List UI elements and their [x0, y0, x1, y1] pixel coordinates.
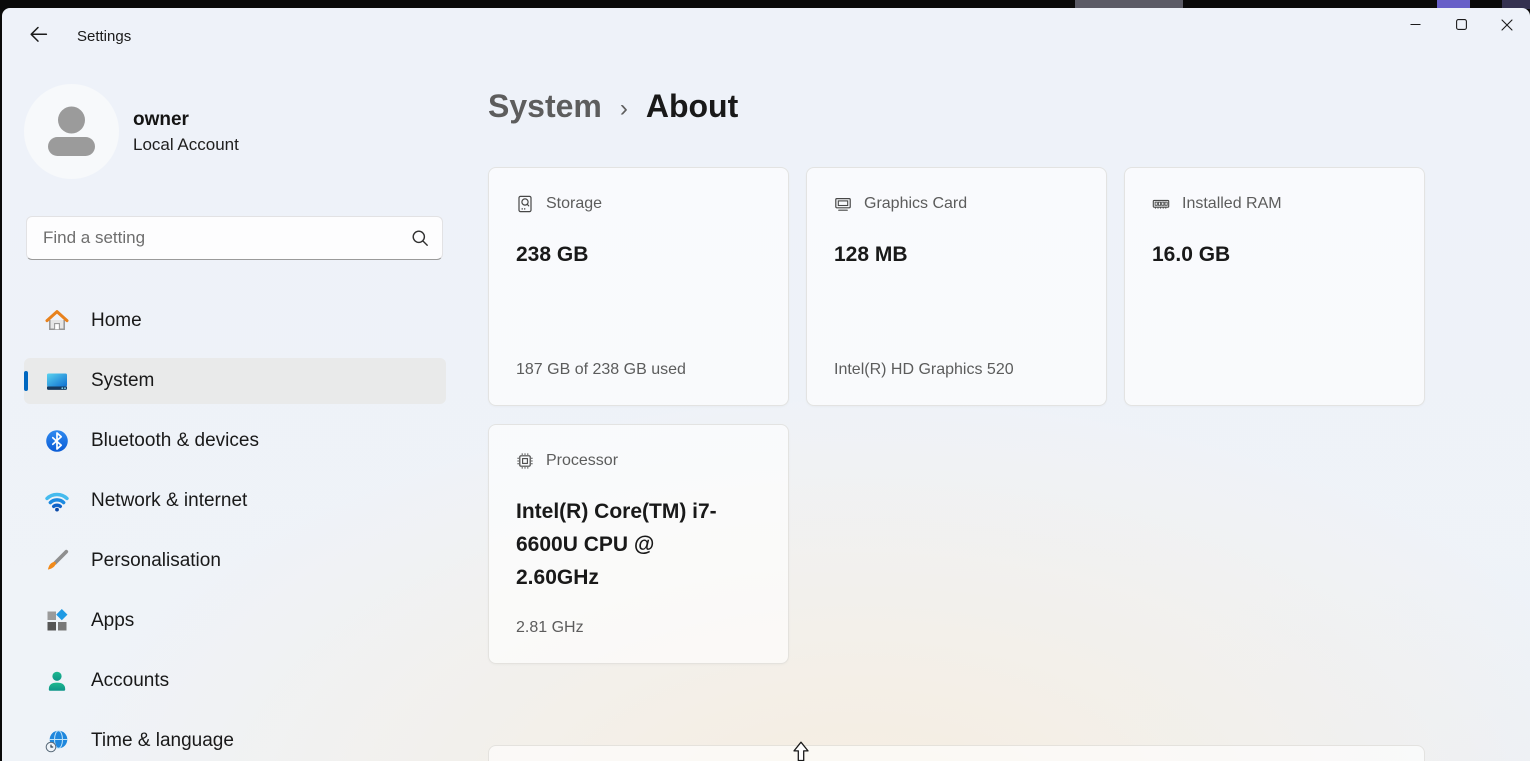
- sidebar-item-label: Time & language: [91, 730, 234, 752]
- settings-window: Settings: [2, 8, 1530, 761]
- card-label: Processor: [546, 452, 618, 470]
- network-icon: [44, 488, 70, 514]
- sidebar-item-home[interactable]: Home: [24, 298, 446, 344]
- sidebar-item-label: Network & internet: [91, 490, 247, 512]
- storage-subtext: 187 GB of 238 GB used: [516, 361, 686, 379]
- graphics-value: 128 MB: [834, 238, 908, 271]
- system-icon: [44, 368, 70, 394]
- time-language-icon: [44, 728, 70, 754]
- graphics-card-card: Graphics Card 128 MB Intel(R) HD Graphic…: [806, 167, 1107, 406]
- window-controls: [1392, 8, 1530, 46]
- chevron-right-icon: ›: [620, 95, 628, 123]
- sidebar-item-network-internet[interactable]: Network & internet: [24, 478, 446, 524]
- titlebar: Settings: [2, 8, 1530, 52]
- apps-icon: [44, 608, 70, 634]
- selected-accent-bar: [24, 371, 28, 391]
- sidebar-item-personalisation[interactable]: Personalisation: [24, 538, 446, 584]
- ram-value: 16.0 GB: [1152, 238, 1230, 271]
- search-input[interactable]: [43, 228, 410, 248]
- bluetooth-icon: [44, 428, 70, 454]
- page-title: About: [646, 88, 738, 125]
- minimize-button[interactable]: [1392, 8, 1438, 46]
- card-label: Installed RAM: [1182, 195, 1282, 213]
- maximize-button[interactable]: [1438, 8, 1484, 46]
- storage-icon: [516, 195, 534, 213]
- back-arrow-icon: [28, 24, 49, 50]
- device-specifications-card-edge[interactable]: [488, 745, 1425, 761]
- close-icon: [1500, 18, 1514, 37]
- ram-icon: [1152, 195, 1170, 213]
- storage-card: Storage 238 GB 187 GB of 238 GB used: [488, 167, 789, 406]
- processor-subtext: 2.81 GHz: [516, 619, 584, 637]
- sidebar-item-label: Accounts: [91, 670, 169, 692]
- app-title: Settings: [77, 28, 131, 45]
- card-label: Storage: [546, 195, 602, 213]
- home-icon: [44, 308, 70, 334]
- personalisation-icon: [44, 548, 70, 574]
- sidebar-nav: Home System Blueto: [24, 298, 446, 761]
- sidebar-item-label: Apps: [91, 610, 134, 632]
- account-name: owner: [133, 109, 239, 131]
- close-button[interactable]: [1484, 8, 1530, 46]
- person-icon: [24, 84, 119, 179]
- card-header: Graphics Card: [834, 195, 967, 213]
- spec-cards: Storage 238 GB 187 GB of 238 GB used Gra…: [488, 167, 1427, 727]
- cpu-icon: [516, 452, 534, 470]
- sidebar-item-label: Personalisation: [91, 550, 221, 572]
- installed-ram-card: Installed RAM 16.0 GB: [1124, 167, 1425, 406]
- storage-value: 238 GB: [516, 238, 588, 271]
- sidebar-item-time-language[interactable]: Time & language: [24, 718, 446, 761]
- card-header: Storage: [516, 195, 602, 213]
- maximize-icon: [1455, 18, 1468, 36]
- sidebar-item-bluetooth-devices[interactable]: Bluetooth & devices: [24, 418, 446, 464]
- card-label: Graphics Card: [864, 195, 967, 213]
- sidebar-item-label: System: [91, 370, 154, 392]
- sidebar-item-system[interactable]: System: [24, 358, 446, 404]
- gpu-icon: [834, 195, 852, 213]
- account-block[interactable]: owner Local Account: [24, 84, 239, 179]
- sidebar-item-apps[interactable]: Apps: [24, 598, 446, 644]
- card-header: Installed RAM: [1152, 195, 1282, 213]
- sidebar-item-label: Bluetooth & devices: [91, 430, 259, 452]
- sidebar-item-label: Home: [91, 310, 142, 332]
- breadcrumb: System › About: [488, 88, 738, 125]
- account-type: Local Account: [133, 135, 239, 155]
- minimize-icon: [1409, 18, 1422, 36]
- processor-card: Processor Intel(R) Core(TM) i7-6600U CPU…: [488, 424, 789, 664]
- breadcrumb-parent[interactable]: System: [488, 88, 602, 125]
- back-button[interactable]: [18, 17, 58, 57]
- graphics-subtext: Intel(R) HD Graphics 520: [834, 361, 1014, 379]
- card-header: Processor: [516, 452, 618, 470]
- account-text: owner Local Account: [133, 109, 239, 155]
- avatar: [24, 84, 119, 179]
- accounts-icon: [44, 668, 70, 694]
- search-box: [26, 216, 443, 260]
- sidebar-item-accounts[interactable]: Accounts: [24, 658, 446, 704]
- processor-value: Intel(R) Core(TM) i7-6600U CPU @ 2.60GHz: [516, 495, 731, 594]
- search-icon[interactable]: [410, 228, 430, 248]
